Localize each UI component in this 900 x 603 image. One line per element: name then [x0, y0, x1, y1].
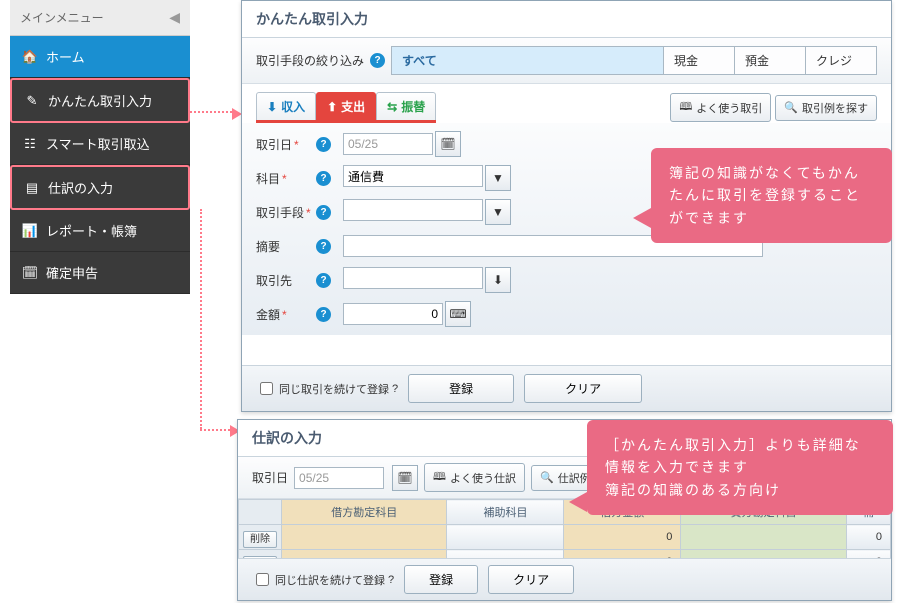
- help-icon[interactable]: ?: [388, 574, 394, 586]
- import-icon: ☷: [22, 136, 38, 152]
- cell-credit-amt[interactable]: 0: [846, 525, 890, 550]
- partner-label: 取引先: [256, 272, 314, 289]
- dropdown-icon[interactable]: ⬇: [485, 267, 511, 293]
- account-select[interactable]: [343, 165, 483, 187]
- sidebar-title: メインメニュー: [20, 9, 104, 26]
- continue-checkbox-input[interactable]: [260, 382, 273, 395]
- clear-button[interactable]: クリア: [524, 374, 642, 403]
- calendar-icon: 🗓: [22, 265, 38, 281]
- help-icon[interactable]: ?: [316, 137, 331, 152]
- sidebar-item-label: 仕訳の入力: [48, 178, 113, 197]
- book-icon: 🕮: [679, 98, 692, 117]
- help-icon[interactable]: ?: [370, 53, 385, 68]
- sidebar-header: メインメニュー ◀: [10, 0, 190, 36]
- frequent-button[interactable]: 🕮よく使う取引: [670, 93, 771, 122]
- date-label: 取引日*: [256, 136, 314, 153]
- calculator-button[interactable]: ⌨: [445, 301, 471, 327]
- search-icon: 🔍: [784, 101, 798, 114]
- dropdown-icon[interactable]: ▼: [485, 165, 511, 191]
- tab-income[interactable]: ⬇収入: [256, 92, 316, 120]
- filter-cash[interactable]: 現金: [664, 47, 735, 74]
- dropdown-icon[interactable]: ▼: [485, 199, 511, 225]
- date-input[interactable]: [294, 467, 384, 489]
- help-icon[interactable]: ?: [316, 307, 331, 322]
- pencil-icon: ✎: [24, 93, 40, 109]
- continue-checkbox[interactable]: 同じ仕訳を続けて登録?: [252, 570, 394, 589]
- tab-bar: ⬇収入 ⬆支出 ⇆振替 🕮よく使う取引 🔍取引例を探す: [242, 84, 891, 123]
- sidebar-item-easy-entry[interactable]: ✎ かんたん取引入力: [10, 78, 190, 123]
- ledger-icon: ▤: [24, 180, 40, 196]
- amount-label: 金額*: [256, 306, 314, 323]
- register-button[interactable]: 登録: [404, 565, 478, 594]
- sidebar-item-reports[interactable]: 📊 レポート・帳簿: [10, 210, 190, 252]
- partner-select[interactable]: [343, 267, 483, 289]
- expense-icon: ⬆: [327, 100, 337, 114]
- tab-transfer[interactable]: ⇆振替: [376, 92, 436, 120]
- cell-debit-amt[interactable]: 0: [564, 525, 681, 550]
- clear-button[interactable]: クリア: [488, 565, 574, 594]
- sidebar-item-home[interactable]: 🏠 ホーム: [10, 36, 190, 78]
- connector-arrow: [190, 111, 232, 113]
- col-debit-acct: 借方勘定科目: [282, 500, 447, 525]
- frequent-button[interactable]: 🕮よく使う仕訳: [424, 463, 525, 492]
- income-icon: ⬇: [267, 100, 277, 114]
- cell-sub[interactable]: [447, 525, 564, 550]
- continue-checkbox-input[interactable]: [256, 573, 269, 586]
- filter-credit[interactable]: クレジ: [806, 47, 876, 74]
- amount-input[interactable]: [343, 303, 443, 325]
- search-icon: 🔍: [540, 471, 554, 484]
- sidebar-item-label: スマート取引取込: [46, 134, 150, 153]
- summary-label: 摘要: [256, 238, 314, 255]
- sidebar-item-label: 確定申告: [46, 263, 98, 282]
- cell-credit-acct[interactable]: [681, 525, 846, 550]
- continue-checkbox[interactable]: 同じ取引を続けて登録?: [256, 379, 398, 398]
- callout-easy: 簿記の知識がなくてもかんたんに取引を登録することができます: [651, 148, 892, 243]
- footer-bar: 同じ仕訳を続けて登録? 登録 クリア: [238, 558, 891, 600]
- calendar-button[interactable]: 🗓: [435, 131, 461, 157]
- callout-journal: ［かんたん取引入力］よりも詳細な情報を入力できます 簿記の知識のある方向け: [587, 420, 893, 515]
- col-sub: 補助科目: [447, 500, 564, 525]
- help-icon[interactable]: ?: [316, 239, 331, 254]
- help-icon[interactable]: ?: [316, 171, 331, 186]
- help-icon[interactable]: ?: [316, 205, 331, 220]
- filter-deposit[interactable]: 預金: [735, 47, 806, 74]
- home-icon: 🏠: [22, 49, 38, 65]
- panel-title: かんたん取引入力: [242, 1, 891, 38]
- tab-expense[interactable]: ⬆支出: [316, 92, 376, 120]
- help-icon[interactable]: ?: [392, 383, 398, 395]
- sidebar-item-label: ホーム: [46, 47, 85, 66]
- col-action: [239, 500, 282, 525]
- filter-segment: すべて 現金 預金 クレジ: [391, 46, 877, 75]
- sidebar-item-label: レポート・帳簿: [46, 221, 137, 240]
- sidebar-item-tax[interactable]: 🗓 確定申告: [10, 252, 190, 294]
- method-select[interactable]: [343, 199, 483, 221]
- examples-button[interactable]: 🔍取引例を探す: [775, 95, 877, 121]
- date-label: 取引日: [252, 469, 288, 486]
- transfer-icon: ⇆: [387, 100, 397, 114]
- help-icon[interactable]: ?: [316, 273, 331, 288]
- method-label: 取引手段*: [256, 204, 314, 221]
- account-label: 科目*: [256, 170, 314, 187]
- sidebar-item-label: かんたん取引入力: [48, 91, 152, 110]
- date-input[interactable]: [343, 133, 433, 155]
- book-icon: 🕮: [433, 468, 446, 487]
- filter-label: 取引手段の絞り込み: [256, 52, 364, 69]
- delete-row-button[interactable]: 削除: [243, 531, 277, 548]
- filter-row: 取引手段の絞り込み ? すべて 現金 預金 クレジ: [242, 38, 891, 84]
- cell-debit-acct[interactable]: [282, 525, 447, 550]
- footer-bar: 同じ取引を続けて登録? 登録 クリア: [242, 365, 891, 411]
- sidebar-item-smart-import[interactable]: ☷ スマート取引取込: [10, 123, 190, 165]
- calendar-button[interactable]: 🗓: [392, 465, 418, 491]
- register-button[interactable]: 登録: [408, 374, 514, 403]
- filter-all[interactable]: すべて: [392, 47, 664, 74]
- connector-arrow: [200, 429, 230, 431]
- table-row: 削除 0 0: [239, 525, 891, 550]
- collapse-icon[interactable]: ◀: [169, 9, 180, 26]
- chart-icon: 📊: [22, 223, 38, 239]
- main-menu-sidebar: メインメニュー ◀ 🏠 ホーム ✎ かんたん取引入力 ☷ スマート取引取込 ▤ 仕訳の入…: [10, 0, 190, 294]
- connector-arrow: [200, 209, 202, 429]
- sidebar-item-journal[interactable]: ▤ 仕訳の入力: [10, 165, 190, 210]
